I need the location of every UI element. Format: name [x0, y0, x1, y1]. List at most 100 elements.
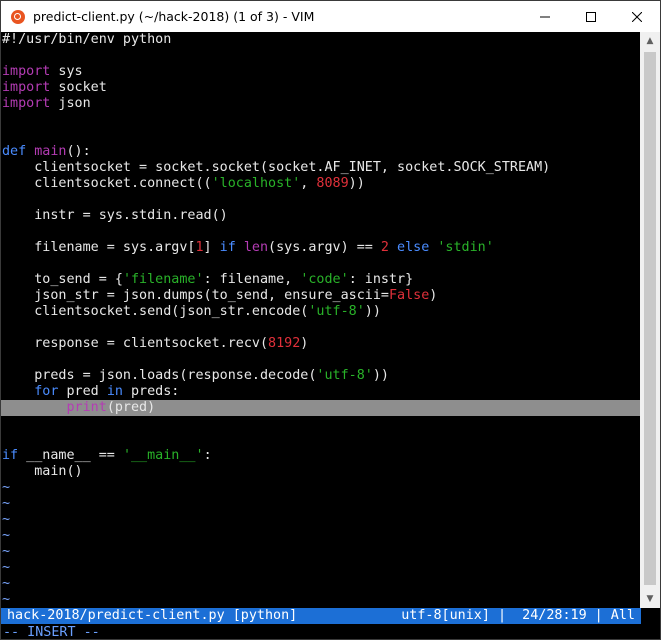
code-line[interactable] [1, 416, 641, 432]
code-line[interactable]: json_str = json.dumps(to_send, ensure_as… [1, 288, 641, 304]
code-line[interactable] [1, 432, 641, 448]
code-line[interactable]: for pred in preds: [1, 384, 641, 400]
code-line[interactable]: instr = sys.stdin.read() [1, 208, 641, 224]
code-line[interactable]: main() [1, 464, 641, 480]
scroll-down-icon[interactable]: ▼ [640, 590, 660, 608]
code-line[interactable] [1, 112, 641, 128]
code-token: , [300, 176, 317, 191]
code-token: : instr} [348, 272, 414, 287]
code-token: if [219, 240, 236, 255]
code-token: 'utf-8' [316, 368, 373, 383]
code-token: 8089 [316, 176, 349, 191]
minimize-icon [540, 16, 550, 17]
code-token: #!/usr/bin/env python [2, 32, 172, 47]
code-line[interactable] [1, 224, 641, 240]
code-line[interactable]: filename = sys.argv[1] if len(sys.argv) … [1, 240, 641, 256]
status-position-info: utf-8[unix] | 24/28:19 | All [401, 608, 635, 623]
code-line[interactable]: clientsocket.connect(('localhost', 8089)… [1, 176, 641, 192]
code-token: (pred) [106, 400, 156, 415]
empty-buffer-line[interactable]: ~ [1, 576, 641, 592]
code-token: 'code' [300, 272, 349, 287]
code-line[interactable]: import json [1, 96, 641, 112]
code-token: import [2, 80, 51, 95]
code-token: len [243, 240, 269, 255]
code-token: ~ [2, 576, 11, 591]
scrollbar-thumb[interactable] [644, 52, 656, 585]
code-line[interactable]: to_send = {'filename': filename, 'code':… [1, 272, 641, 288]
code-token: )) [372, 368, 389, 383]
code-line[interactable] [1, 256, 641, 272]
minimize-button[interactable] [522, 1, 568, 32]
status-line: hack-2018/predict-client.py [python] utf… [1, 608, 641, 624]
code-token: False [388, 288, 430, 303]
code-token: preds = json.loads(response.decode( [2, 368, 317, 383]
code-token: ~ [2, 496, 11, 511]
empty-buffer-line[interactable]: ~ [1, 544, 641, 560]
code-token: ) [300, 336, 309, 351]
vim-app-icon[interactable] [11, 9, 25, 24]
code-token: def [2, 144, 27, 159]
code-token: )) [364, 304, 381, 319]
code-line[interactable] [1, 352, 641, 368]
code-token: 'localhost' [211, 176, 301, 191]
code-token: ~ [2, 528, 11, 543]
code-token: 'stdin' [437, 240, 494, 255]
code-token: for [34, 384, 59, 399]
code-line[interactable]: #!/usr/bin/env python [1, 32, 641, 48]
code-token: preds: [122, 384, 180, 399]
code-line[interactable]: print(pred) [1, 400, 641, 416]
code-token: import [2, 96, 51, 111]
scroll-up-icon[interactable]: ▲ [640, 32, 660, 50]
code-line[interactable]: def main(): [1, 144, 641, 160]
code-token: ~ [2, 544, 11, 559]
code-token: ~ [2, 592, 11, 607]
code-line[interactable] [1, 320, 641, 336]
code-token: 'utf-8' [308, 304, 365, 319]
code-line[interactable] [1, 128, 641, 144]
code-token: import [2, 64, 51, 79]
empty-buffer-line[interactable]: ~ [1, 592, 641, 608]
code-token: __name__ == [18, 448, 123, 463]
code-line[interactable]: clientsocket = socket.socket(socket.AF_I… [1, 160, 641, 176]
code-line[interactable]: response = clientsocket.recv(8192) [1, 336, 641, 352]
code-line[interactable] [1, 192, 641, 208]
empty-buffer-line[interactable]: ~ [1, 560, 641, 576]
title-bar[interactable]: predict-client.py (~/hack-2018) (1 of 3)… [1, 1, 660, 32]
code-token: pred [58, 384, 107, 399]
editor-buffer[interactable]: #!/usr/bin/env python import sys import s… [1, 32, 641, 608]
code-token: main [34, 144, 67, 159]
code-token: (sys.argv) == [268, 240, 381, 255]
code-line[interactable]: import sys [1, 64, 641, 80]
code-token: if [2, 448, 19, 463]
code-token: clientsocket.send(json_str.encode( [2, 304, 309, 319]
code-token: json_str = json.dumps(to_send, ensure_as… [2, 288, 389, 303]
empty-buffer-line[interactable]: ~ [1, 512, 641, 528]
code-token: )) [348, 176, 365, 191]
vertical-scrollbar[interactable]: ▲ ▼ [640, 32, 660, 608]
code-token: 1 [195, 240, 204, 255]
code-token: 2 [380, 240, 389, 255]
code-line[interactable]: import socket [1, 80, 641, 96]
code-line[interactable]: if __name__ == '__main__': [1, 448, 641, 464]
empty-buffer-line[interactable]: ~ [1, 480, 641, 496]
code-token: ~ [2, 560, 11, 575]
code-token: ] [203, 240, 220, 255]
code-line[interactable] [1, 48, 641, 64]
window-title: predict-client.py (~/hack-2018) (1 of 3)… [33, 9, 315, 24]
empty-buffer-line[interactable]: ~ [1, 496, 641, 512]
code-token: '__main__' [122, 448, 204, 463]
code-token: clientsocket = socket.socket(socket.AF_I… [2, 160, 551, 175]
code-token: response = clientsocket.recv( [2, 336, 269, 351]
code-token: ) [429, 288, 438, 303]
close-button[interactable] [614, 1, 660, 32]
code-line[interactable]: preds = json.loads(response.decode('utf-… [1, 368, 641, 384]
maximize-button[interactable] [568, 1, 614, 32]
empty-buffer-line[interactable]: ~ [1, 528, 641, 544]
code-line[interactable]: clientsocket.send(json_str.encode('utf-8… [1, 304, 641, 320]
maximize-icon [586, 11, 596, 22]
mode-indicator: -- INSERT -- [3, 625, 100, 640]
